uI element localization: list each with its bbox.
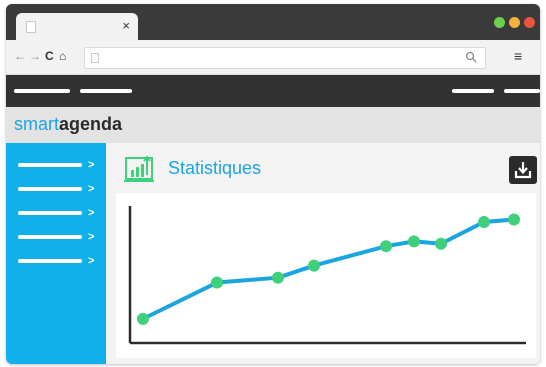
back-arrow-icon[interactable]: ← (14, 49, 26, 63)
sidebar-item-line (18, 211, 82, 215)
maximize-dot[interactable] (494, 17, 505, 28)
nav-link-placeholder[interactable] (452, 89, 494, 93)
data-point (137, 312, 149, 325)
reload-icon[interactable]: C (45, 49, 54, 63)
sidebar-item[interactable]: > (18, 255, 98, 267)
chevron-right-icon: > (88, 183, 95, 195)
chevron-right-icon: > (88, 255, 95, 267)
data-point (272, 271, 284, 284)
bar-chart-icon (124, 155, 154, 185)
sidebar-item-line (18, 187, 82, 191)
browser-window: × ← → C ⌂ ≡ smartagenda > > > > > Statis… (6, 4, 540, 364)
sidebar-item-line (18, 235, 82, 239)
tab-close-icon[interactable]: × (122, 18, 130, 34)
browser-tab[interactable]: × (16, 13, 138, 40)
page-title: Statistiques (168, 158, 262, 178)
address-bar: ← → C ⌂ ≡ (6, 40, 540, 75)
main-content: Statistiques (106, 143, 540, 364)
data-point (478, 215, 490, 228)
page-icon (26, 21, 36, 33)
logo[interactable]: smartagenda (14, 113, 122, 135)
download-icon (514, 162, 532, 179)
data-point (211, 276, 223, 289)
title-bar: × (6, 4, 540, 40)
home-icon[interactable]: ⌂ (59, 49, 66, 63)
chevron-right-icon: > (88, 207, 95, 219)
data-point (435, 237, 447, 250)
nav-link-placeholder[interactable] (14, 89, 70, 93)
sidebar-item-line (18, 259, 82, 263)
top-nav-bar (6, 75, 540, 107)
data-point (308, 259, 320, 272)
line-chart (128, 206, 526, 345)
chevron-right-icon: > (88, 159, 95, 171)
minimize-dot[interactable] (509, 17, 520, 28)
chevron-right-icon: > (88, 231, 95, 243)
data-point (380, 240, 392, 253)
data-point (508, 213, 520, 226)
chart-panel (116, 193, 536, 358)
sidebar-item[interactable]: > (18, 207, 98, 219)
series-line (142, 217, 515, 321)
download-button[interactable] (509, 156, 537, 184)
forward-arrow-icon[interactable]: → (29, 49, 41, 63)
search-icon[interactable] (465, 51, 477, 66)
menu-icon[interactable]: ≡ (514, 48, 522, 64)
brand-bar: smartagenda (6, 107, 540, 143)
page-icon (91, 53, 99, 63)
nav-link-placeholder[interactable] (80, 89, 132, 93)
sidebar-item-line (18, 163, 82, 167)
sidebar-item[interactable]: > (18, 159, 98, 171)
url-field[interactable] (84, 47, 486, 69)
sidebar-item[interactable]: > (18, 183, 98, 195)
sidebar: > > > > > (6, 143, 106, 364)
nav-link-placeholder[interactable] (504, 89, 540, 93)
close-dot[interactable] (524, 17, 535, 28)
sidebar-item[interactable]: > (18, 231, 98, 243)
data-point (408, 235, 420, 248)
